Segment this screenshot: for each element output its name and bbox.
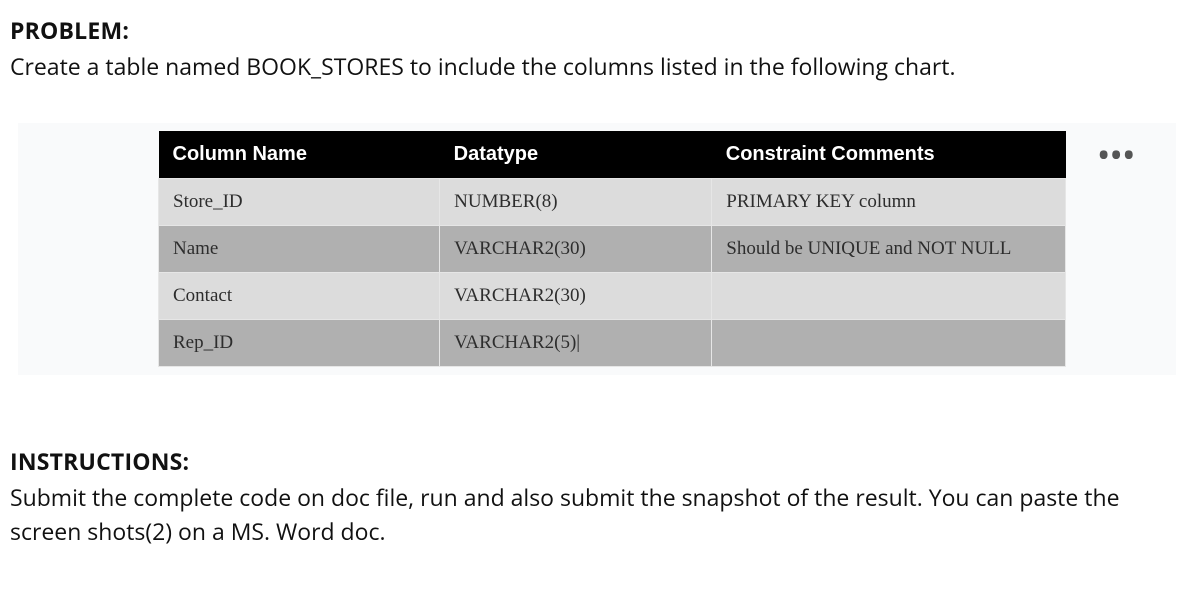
cell-column-name: Store_ID [159, 179, 440, 226]
cell-datatype: VARCHAR2(5)| [440, 320, 712, 367]
cell-constraint [712, 273, 1066, 320]
problem-section: PROBLEM: Create a table named BOOK_STORE… [10, 14, 1176, 83]
table-chart-block: ••• Column Name Datatype Constraint Comm… [18, 123, 1176, 375]
table-row: Name VARCHAR2(30) Should be UNIQUE and N… [159, 226, 1066, 273]
cell-datatype: VARCHAR2(30) [440, 273, 712, 320]
table-header-row: Column Name Datatype Constraint Comments [159, 131, 1066, 179]
cell-constraint: Should be UNIQUE and NOT NULL [712, 226, 1066, 273]
header-datatype: Datatype [440, 131, 712, 179]
instructions-section: INSTRUCTIONS: Submit the complete code o… [10, 445, 1176, 548]
cell-column-name: Rep_ID [159, 320, 440, 367]
table-row: Rep_ID VARCHAR2(5)| [159, 320, 1066, 367]
table-row: Contact VARCHAR2(30) [159, 273, 1066, 320]
cell-datatype: VARCHAR2(30) [440, 226, 712, 273]
cell-constraint: PRIMARY KEY column [712, 179, 1066, 226]
instructions-heading: INSTRUCTIONS: [10, 445, 1176, 477]
cell-column-name: Name [159, 226, 440, 273]
columns-table: Column Name Datatype Constraint Comments… [158, 131, 1066, 367]
header-column-name: Column Name [159, 131, 440, 179]
cell-constraint [712, 320, 1066, 367]
table-row: Store_ID NUMBER(8) PRIMARY KEY column [159, 179, 1066, 226]
header-constraint: Constraint Comments [712, 131, 1066, 179]
problem-heading: PROBLEM: [10, 14, 1176, 46]
problem-text: Create a table named BOOK_STORES to incl… [10, 50, 1176, 83]
document-page: PROBLEM: Create a table named BOOK_STORE… [0, 0, 1200, 572]
cell-datatype: NUMBER(8) [440, 179, 712, 226]
instructions-text: Submit the complete code on doc file, ru… [10, 481, 1176, 548]
cell-column-name: Contact [159, 273, 440, 320]
